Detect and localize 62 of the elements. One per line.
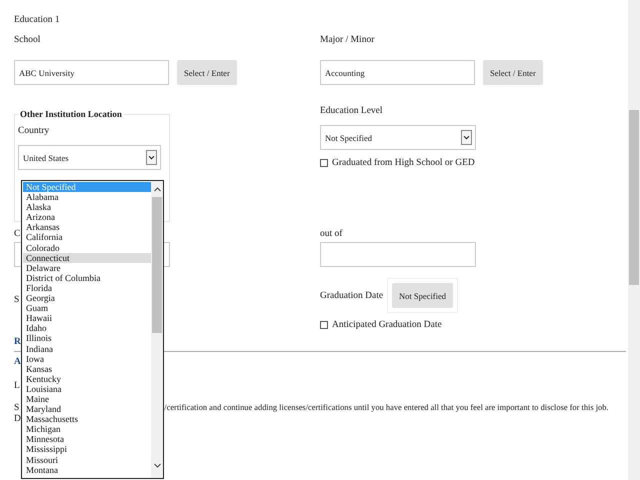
school-field[interactable]: ABC University xyxy=(14,60,169,85)
dropdown-option[interactable]: Maryland xyxy=(23,404,151,414)
field-label: C xyxy=(14,228,20,240)
dropdown-option[interactable]: Guam xyxy=(23,303,151,314)
dropdown-option[interactable]: Delaware xyxy=(23,262,151,273)
dropdown-option[interactable]: Arkansas xyxy=(23,222,151,232)
dropdown-option[interactable]: Montana xyxy=(23,464,151,475)
dropdown-option[interactable]: Alaska xyxy=(23,202,151,212)
dropdown-option[interactable]: Iowa xyxy=(23,354,151,364)
instruction-text: /certification and continue adding licenses/certifications until you have entered all that you feel are important to disclose for this job. xyxy=(164,402,608,414)
page-scrollbar[interactable] xyxy=(628,0,640,480)
scroll-down-icon[interactable] xyxy=(152,461,162,470)
group-legend: Other Institution Location xyxy=(18,109,124,119)
education-level-select[interactable]: Not Specified xyxy=(320,125,476,150)
subheading: A xyxy=(14,356,21,368)
field-label: L xyxy=(14,380,20,392)
dropdown-option[interactable]: Mississippi xyxy=(23,444,151,455)
dropdown-option[interactable]: Kansas xyxy=(23,364,151,374)
checkbox-label: Anticipated Graduation Date xyxy=(332,319,442,331)
dropdown-option[interactable]: Colorado xyxy=(23,242,151,253)
dropdown-option[interactable]: Hawaii xyxy=(23,313,151,324)
field-label: out of xyxy=(320,228,342,240)
checkbox-label: Graduated from High School or GED xyxy=(332,157,475,169)
dropdown-option[interactable]: Georgia xyxy=(23,293,151,304)
checkbox[interactable] xyxy=(320,321,328,329)
instruction-text: D xyxy=(14,413,21,425)
dropdown-option[interactable]: California xyxy=(23,232,151,243)
date-picker-button[interactable]: Not Specified xyxy=(392,283,454,308)
field-label: S xyxy=(14,294,20,306)
dropdown-option[interactable]: Illinois xyxy=(23,333,151,344)
field-label: Country xyxy=(18,125,50,137)
list-scrollbar[interactable] xyxy=(151,181,163,478)
out-of-field[interactable] xyxy=(320,242,476,267)
checkbox[interactable] xyxy=(320,159,328,167)
dropdown-option[interactable]: Louisiana xyxy=(23,384,151,394)
dropdown-option[interactable]: Alabama xyxy=(23,192,151,202)
dropdown-option[interactable]: Missouri xyxy=(23,454,151,465)
dropdown-caret-icon xyxy=(146,150,157,165)
select-enter-button[interactable]: Select / Enter xyxy=(177,60,237,85)
dropdown-option[interactable]: Michigan xyxy=(23,424,151,434)
dropdown-option[interactable]: Indiana xyxy=(23,344,151,354)
dropdown-option[interactable]: Arizona xyxy=(23,212,151,222)
scroll-up-icon[interactable] xyxy=(152,185,162,194)
dropdown-option[interactable]: Minnesota xyxy=(23,434,151,444)
dropdown-caret-icon xyxy=(461,130,472,145)
field-label: Graduation Date xyxy=(320,290,384,302)
field-label: Major / Minor xyxy=(320,34,374,46)
field-label: School xyxy=(14,34,40,46)
country-select[interactable]: United States xyxy=(18,145,161,170)
dropdown-option[interactable]: Kentucky xyxy=(23,374,151,384)
select-enter-button[interactable]: Select / Enter xyxy=(483,60,543,85)
instruction-text: S xyxy=(14,402,20,414)
section-title: Education 1 xyxy=(14,14,60,26)
dropdown-option[interactable]: Idaho xyxy=(23,323,151,334)
major-field[interactable]: Accounting xyxy=(320,60,475,85)
section-heading: R xyxy=(14,336,21,348)
dropdown-option[interactable]: District of Columbia xyxy=(23,272,151,283)
field-label: Education Level xyxy=(320,105,383,117)
dropdown-option[interactable]: Massachusetts xyxy=(23,414,151,424)
dropdown-option[interactable]: Connecticut xyxy=(23,252,151,263)
dropdown-option[interactable]: Maine xyxy=(23,394,151,404)
dropdown-option[interactable]: Florida xyxy=(23,282,151,294)
